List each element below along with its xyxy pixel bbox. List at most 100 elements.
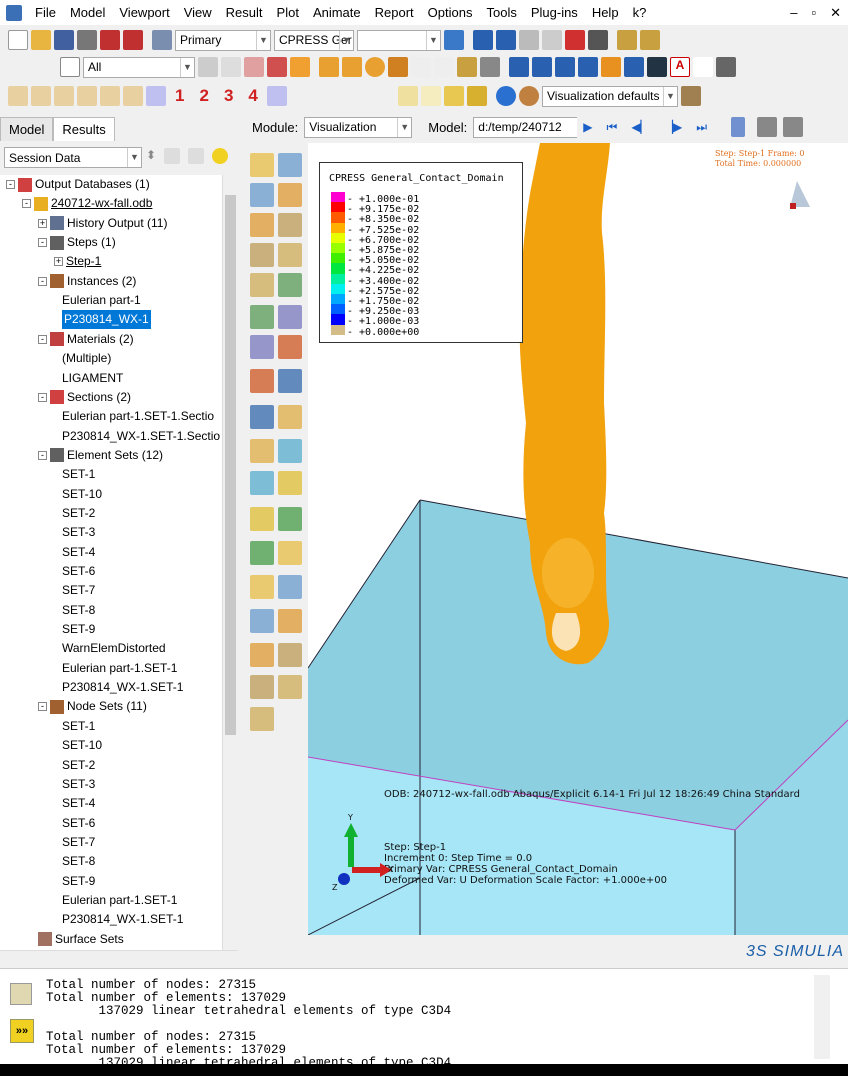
text-annotation-icon[interactable]: A — [670, 57, 690, 77]
toolbox-tool-icon[interactable] — [250, 507, 274, 531]
view-defaults-combo[interactable]: Visualization defaults ▼ — [542, 85, 678, 107]
tree-item[interactable]: - Node Sets (11) — [38, 697, 147, 716]
refresh-icon[interactable] — [444, 30, 464, 50]
menu-plugins[interactable]: Plug-ins — [524, 5, 585, 20]
tree-item[interactable]: - 240712-wx-fall.odb — [22, 194, 152, 213]
tree-item[interactable]: Eulerian part-1 — [62, 291, 141, 310]
view-yx-icon[interactable] — [31, 86, 51, 106]
box-zoom-icon[interactable] — [542, 30, 562, 50]
tree-item[interactable]: SET-4 — [62, 794, 95, 813]
menu-viewport[interactable]: Viewport — [112, 5, 176, 20]
menu-view[interactable]: View — [177, 5, 219, 20]
collapse-icon[interactable]: - — [22, 199, 31, 209]
menu-help[interactable]: Help — [585, 5, 626, 20]
box-filled-icon[interactable] — [444, 86, 464, 106]
toolbox-tool-icon[interactable] — [250, 471, 274, 495]
camera-icon[interactable] — [757, 117, 778, 137]
tab-model[interactable]: Model — [0, 117, 54, 141]
tab-results[interactable]: Results — [53, 117, 115, 141]
collapse-icon[interactable]: - — [38, 450, 47, 460]
collapse-icon[interactable]: - — [38, 276, 47, 286]
render-shaded-icon[interactable] — [578, 57, 598, 77]
last-frame-icon[interactable]: ⏭ — [696, 120, 707, 135]
module-combo[interactable]: Visualization ▼ — [304, 116, 413, 138]
menu-file[interactable]: File — [28, 5, 63, 20]
view-zy-icon[interactable] — [123, 86, 143, 106]
tree-item[interactable]: - Sections (2) — [38, 388, 131, 407]
toolbox-tool-icon[interactable] — [278, 507, 302, 531]
view-xz-icon[interactable] — [54, 86, 74, 106]
info-icon[interactable] — [496, 86, 516, 106]
box-select-icon[interactable] — [244, 57, 264, 77]
palette-icon[interactable] — [519, 86, 539, 106]
mesh-icon[interactable] — [267, 57, 287, 77]
box-wire-icon[interactable] — [398, 86, 418, 106]
close-button[interactable]: ✕ — [823, 5, 848, 21]
tree-item[interactable]: (Multiple) — [62, 349, 111, 368]
prev-frame-icon[interactable]: ◀▏ — [631, 120, 649, 134]
collapse-icon[interactable]: - — [38, 392, 47, 402]
collapse-icon[interactable]: - — [38, 238, 47, 248]
variable-combo[interactable]: CPRESS Ger ▼ — [274, 29, 354, 51]
toolbox-tool-icon[interactable] — [278, 439, 302, 463]
minimize-button[interactable]: – — [783, 5, 804, 20]
toolbox-tool-icon[interactable] — [278, 213, 302, 237]
tree-item[interactable]: SET-8 — [62, 852, 95, 871]
toolbox-tool-icon[interactable] — [278, 575, 302, 599]
viewport-sync-icon[interactable] — [731, 117, 746, 137]
view-cube-icon[interactable] — [780, 177, 814, 211]
display-group-icon[interactable] — [290, 57, 310, 77]
query-icon[interactable] — [617, 30, 637, 50]
python-shell-icon[interactable]: »» — [10, 1019, 34, 1043]
view-1-button[interactable]: 1 — [169, 86, 190, 106]
restore-button[interactable]: ▫ — [804, 5, 823, 20]
first-frame-icon[interactable]: ⏮ — [607, 120, 618, 135]
filter-icon[interactable] — [188, 148, 205, 164]
toolbox-tool-icon[interactable] — [250, 243, 274, 267]
selection-filter-combo[interactable]: All ▼ — [83, 56, 195, 78]
tree-item[interactable]: SET-2 — [62, 504, 95, 523]
legend[interactable]: CPRESS General_Contact_Domain - +1.000e-… — [319, 162, 523, 343]
select-arrow-icon[interactable] — [60, 57, 80, 77]
tree-item[interactable]: SET-3 — [62, 775, 95, 794]
tree-item[interactable]: Surface Sets — [38, 930, 124, 949]
tree-item[interactable]: + Step-1 — [54, 252, 101, 271]
view-2-button[interactable]: 2 — [193, 86, 214, 106]
toolbox-tool-icon[interactable] — [250, 153, 274, 177]
tree-item[interactable]: - Output Databases (1) — [6, 175, 150, 194]
message-scrollbar[interactable] — [814, 975, 830, 1059]
toolbox-tool-icon[interactable] — [278, 609, 302, 633]
tree-item[interactable]: P230814_WX-1.SET-1 — [62, 678, 183, 697]
perspective-icon[interactable] — [601, 57, 621, 77]
color-code-icon[interactable] — [681, 86, 701, 106]
tree-item[interactable]: SET-1 — [62, 465, 95, 484]
drag-select-icon[interactable] — [221, 57, 241, 77]
toolbox-tool-icon[interactable] — [278, 273, 302, 297]
annotation-icon[interactable] — [624, 57, 644, 77]
toolbox-tool-icon[interactable] — [250, 369, 274, 393]
select-icon[interactable] — [198, 57, 218, 77]
new-icon[interactable] — [8, 30, 28, 50]
pan-icon[interactable] — [473, 30, 493, 50]
expand-icon[interactable]: + — [38, 218, 47, 228]
toolbox-tool-icon[interactable] — [278, 541, 302, 565]
field-output-icon[interactable] — [152, 30, 172, 50]
view-zx-icon[interactable] — [77, 86, 97, 106]
tree-item[interactable]: + History Output (11) — [38, 214, 167, 233]
tree-item[interactable]: SET-8 — [62, 601, 95, 620]
toolbox-tool-icon[interactable] — [278, 675, 302, 699]
toolbox-tool-icon[interactable] — [250, 273, 274, 297]
tree-item[interactable]: Eulerian part-1.SET-1 — [62, 891, 177, 910]
updown-icon[interactable]: ⬍ — [146, 148, 156, 164]
tree-item[interactable]: SET-2 — [62, 756, 95, 775]
tree-item[interactable]: SET-10 — [62, 736, 102, 755]
zoom-icon[interactable] — [519, 30, 539, 50]
tree-item[interactable]: SET-3 — [62, 523, 95, 542]
expand-icon[interactable]: + — [54, 257, 63, 267]
view-4-button[interactable]: 4 — [242, 86, 263, 106]
toolbox-tool-icon[interactable] — [278, 243, 302, 267]
tree-hscrollbar[interactable] — [0, 950, 238, 966]
toolbox-tool-icon[interactable] — [250, 575, 274, 599]
menu-options[interactable]: Options — [421, 5, 480, 20]
intersect-icon[interactable] — [342, 57, 362, 77]
